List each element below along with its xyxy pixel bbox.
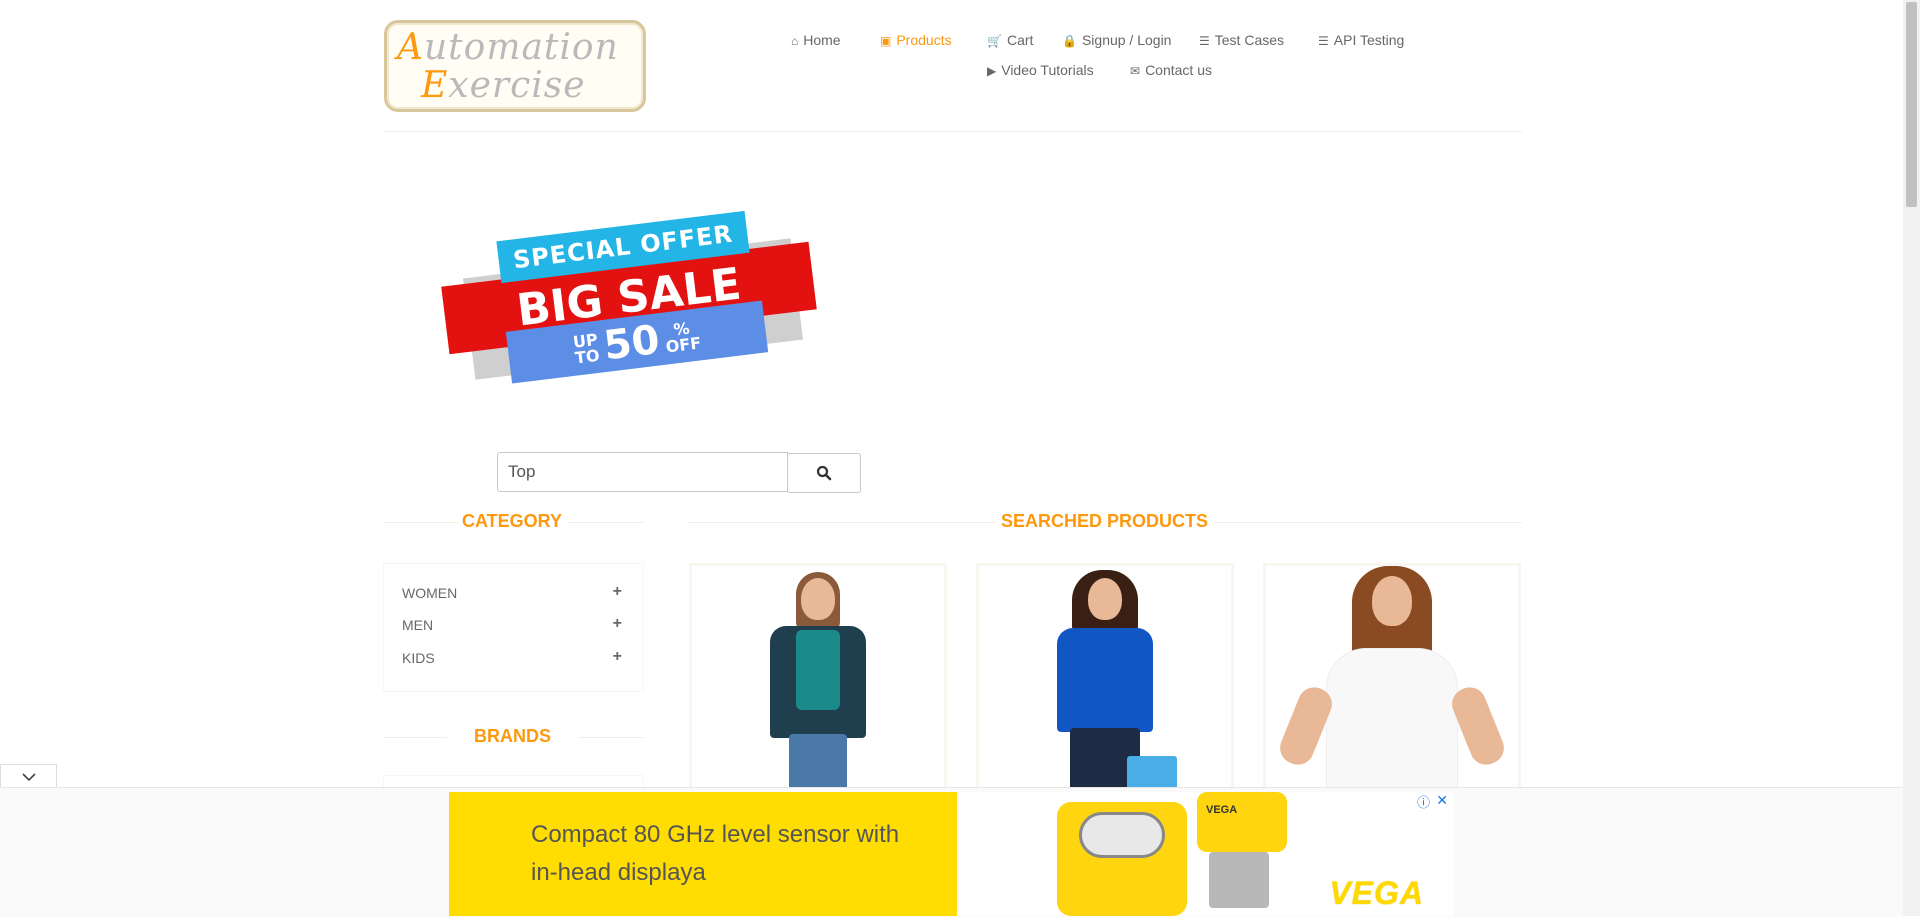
ad-collapse-button[interactable] — [0, 764, 57, 788]
search-product-input[interactable] — [497, 452, 788, 492]
scrollbar-thumb[interactable] — [1906, 2, 1917, 207]
category-title-rule-left — [383, 522, 459, 523]
ad-info-icon[interactable]: ⓘ — [1417, 792, 1430, 811]
product-card[interactable] — [1263, 563, 1521, 793]
nav-api-testing[interactable]: ☰ API Testing — [1318, 32, 1404, 48]
plus-icon[interactable]: + — [613, 583, 622, 601]
category-title: CATEGORY — [462, 511, 563, 531]
nav-signup-login[interactable]: 🔒 Signup / Login — [1062, 32, 1171, 48]
logo-line-1: Automation — [397, 27, 619, 68]
site-logo[interactable]: Automation Exercise — [384, 20, 646, 112]
product-image[interactable] — [1275, 566, 1509, 790]
product-image[interactable] — [1025, 566, 1185, 790]
brands-title: BRANDS — [474, 726, 552, 746]
products-title-rule-left — [688, 522, 996, 523]
nav-home[interactable]: ⌂ Home — [791, 32, 841, 48]
searched-products-title: SEARCHED PRODUCTS — [1001, 511, 1209, 531]
youtube-icon: ▶ — [987, 64, 997, 78]
nav-contact-us[interactable]: ✉ Contact us — [1130, 62, 1212, 78]
search-submit-button[interactable] — [787, 453, 861, 493]
ad-close-icon[interactable]: ✕ — [1436, 792, 1448, 809]
search-icon — [816, 465, 832, 481]
nav-video-tutorials[interactable]: ▶ Video Tutorials — [987, 62, 1094, 78]
plus-icon[interactable]: + — [613, 648, 622, 666]
product-card[interactable] — [976, 563, 1234, 793]
brands-title-rule-right — [578, 737, 644, 738]
list-icon: ☰ — [1199, 34, 1210, 48]
page-scrollbar[interactable] — [1903, 0, 1920, 916]
products-title-rule-right — [1214, 522, 1522, 523]
list-icon: ☰ — [1318, 34, 1329, 48]
sale-banner-image: BIG SALE SPECIAL OFFER UP TO 50 % OFF — [430, 210, 830, 390]
nav-products[interactable]: ▣ Products — [880, 32, 952, 48]
category-item-kids[interactable]: KIDS + — [402, 648, 622, 666]
plus-icon[interactable]: + — [613, 615, 622, 633]
cart-icon: 🛒 — [987, 34, 1002, 48]
products-icon: ▣ — [880, 34, 892, 48]
sensor-label: VEGA — [1206, 804, 1238, 816]
chevron-down-icon — [21, 772, 36, 781]
ad-text-panel[interactable]: Compact 80 GHz level sensor with in-head… — [449, 792, 957, 916]
header-divider — [384, 131, 1522, 132]
ad-text[interactable]: Compact 80 GHz level sensor with in-head… — [531, 816, 931, 892]
brands-title-rule-left — [383, 737, 447, 738]
product-image[interactable] — [748, 566, 888, 790]
category-title-rule-right — [568, 522, 644, 523]
brands-panel — [383, 775, 644, 787]
category-item-women[interactable]: WOMEN + — [402, 583, 622, 601]
category-item-men[interactable]: MEN + — [402, 615, 622, 633]
ad-image[interactable]: VEGA VEGA — [977, 792, 1454, 916]
ad-brand-logo: VEGA — [1329, 875, 1424, 911]
product-card[interactable] — [689, 563, 947, 793]
logo-line-2: Exercise — [421, 65, 586, 106]
envelope-icon: ✉ — [1130, 64, 1141, 78]
advertisement[interactable]: Compact 80 GHz level sensor with in-head… — [449, 792, 1454, 916]
home-icon: ⌂ — [791, 34, 799, 48]
nav-cart[interactable]: 🛒 Cart — [987, 32, 1033, 48]
lock-icon: 🔒 — [1062, 34, 1077, 48]
nav-test-cases[interactable]: ☰ Test Cases — [1199, 32, 1284, 48]
